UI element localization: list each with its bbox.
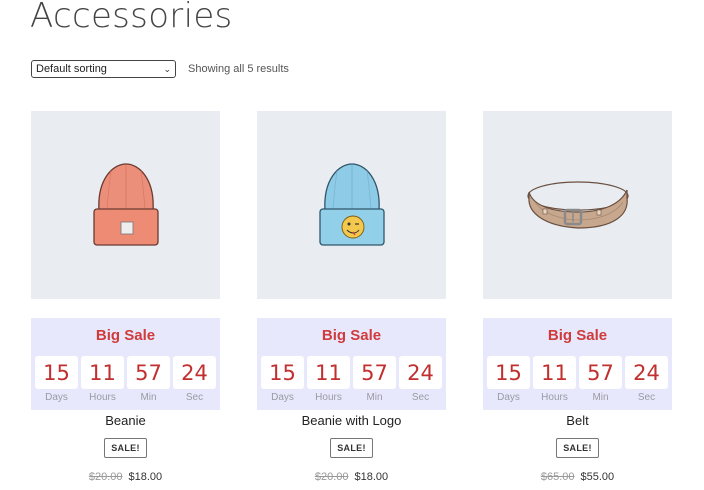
new-price: $55.00 bbox=[580, 471, 615, 483]
old-price: $20.00 bbox=[88, 471, 123, 483]
days-label: Days bbox=[45, 392, 68, 403]
product-image[interactable] bbox=[483, 111, 672, 299]
min-label: Min bbox=[140, 392, 157, 403]
hours-label: Hours bbox=[315, 392, 342, 403]
days-label: Days bbox=[271, 392, 294, 403]
sale-badge: SALE! bbox=[556, 438, 599, 458]
sale-badge: SALE! bbox=[104, 438, 147, 458]
sale-badge: SALE! bbox=[330, 438, 373, 458]
sale-countdown: Big Sale 15 Days 11 Hours 57 Min 24 Sec bbox=[257, 318, 446, 410]
countdown-hours: 11 bbox=[81, 356, 124, 389]
sorting-selected-value: Default sorting bbox=[36, 63, 107, 75]
page-title: Accessories bbox=[30, 0, 233, 36]
min-label: Min bbox=[592, 392, 609, 403]
product-name[interactable]: Beanie bbox=[31, 413, 220, 428]
sec-label: Sec bbox=[185, 392, 204, 403]
product-price: $20.00 $18.00 bbox=[31, 471, 220, 483]
old-price: $20.00 bbox=[314, 471, 349, 483]
hours-label: Hours bbox=[541, 392, 568, 403]
countdown-hours: 11 bbox=[533, 356, 576, 389]
result-count: Showing all 5 results bbox=[188, 63, 289, 75]
sec-label: Sec bbox=[637, 392, 656, 403]
product-price: $65.00 $55.00 bbox=[483, 471, 672, 483]
old-price: $65.00 bbox=[540, 471, 575, 483]
product-price: $20.00 $18.00 bbox=[257, 471, 446, 483]
shop-toolbar: Default sorting ⌄ Showing all 5 results bbox=[31, 60, 289, 78]
countdown-days: 15 bbox=[35, 356, 78, 389]
countdown-days: 15 bbox=[487, 356, 530, 389]
belt-icon bbox=[526, 181, 629, 229]
product-image[interactable] bbox=[257, 111, 446, 299]
product-card: Big Sale 15 Days 11 Hours 57 Min 24 Sec Belt… bbox=[483, 111, 672, 483]
product-card: Big Sale 15 Days 11 Hours 57 Min 24 Sec Bean… bbox=[257, 111, 446, 483]
countdown-seconds: 24 bbox=[625, 356, 668, 389]
sale-countdown: Big Sale 15 Days 11 Hours 57 Min 24 Sec bbox=[483, 318, 672, 410]
chevron-down-icon: ⌄ bbox=[163, 63, 171, 74]
sorting-select[interactable]: Default sorting ⌄ bbox=[31, 60, 176, 78]
new-price: $18.00 bbox=[354, 471, 389, 483]
beanie-icon bbox=[92, 163, 159, 246]
new-price: $18.00 bbox=[128, 471, 163, 483]
countdown-minutes: 57 bbox=[127, 356, 170, 389]
countdown-minutes: 57 bbox=[579, 356, 622, 389]
hours-label: Hours bbox=[89, 392, 116, 403]
sale-title: Big Sale bbox=[321, 327, 382, 344]
days-label: Days bbox=[497, 392, 520, 403]
countdown-hours: 11 bbox=[307, 356, 350, 389]
sec-label: Sec bbox=[411, 392, 430, 403]
product-name[interactable]: Belt bbox=[483, 413, 672, 428]
product-image[interactable] bbox=[31, 111, 220, 299]
product-name[interactable]: Beanie with Logo bbox=[257, 413, 446, 428]
countdown-seconds: 24 bbox=[399, 356, 442, 389]
sale-title: Big Sale bbox=[95, 327, 156, 344]
countdown-minutes: 57 bbox=[353, 356, 396, 389]
sale-countdown: Big Sale 15 Days 11 Hours 57 Min 24 Sec bbox=[31, 318, 220, 410]
countdown-seconds: 24 bbox=[173, 356, 216, 389]
beanie-with-logo-icon bbox=[318, 163, 385, 246]
product-card: Big Sale 15 Days 11 Hours 57 Min 24 Sec Bean… bbox=[31, 111, 220, 483]
min-label: Min bbox=[366, 392, 383, 403]
countdown-days: 15 bbox=[261, 356, 304, 389]
sale-title: Big Sale bbox=[547, 327, 608, 344]
